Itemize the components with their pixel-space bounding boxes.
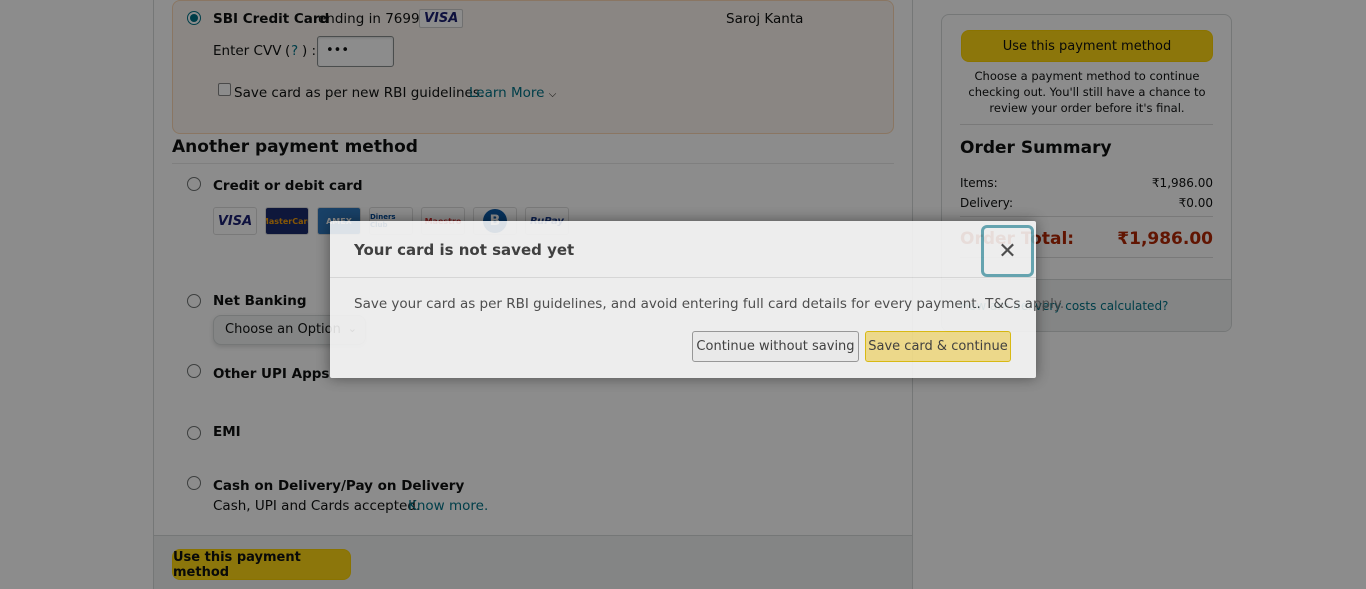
close-icon: ✕	[998, 238, 1017, 264]
modal-title: Your card is not saved yet	[354, 241, 575, 259]
modal-header: Your card is not saved yet	[330, 221, 1036, 278]
close-button[interactable]: ✕	[981, 225, 1034, 277]
save-card-modal: Your card is not saved yet Save your car…	[330, 221, 1064, 378]
continue-without-saving-button[interactable]: Continue without saving	[692, 331, 859, 362]
save-card-continue-button[interactable]: Save card & continue	[865, 331, 1011, 362]
modal-body-text: Save your card as per RBI guidelines, an…	[354, 296, 1065, 312]
